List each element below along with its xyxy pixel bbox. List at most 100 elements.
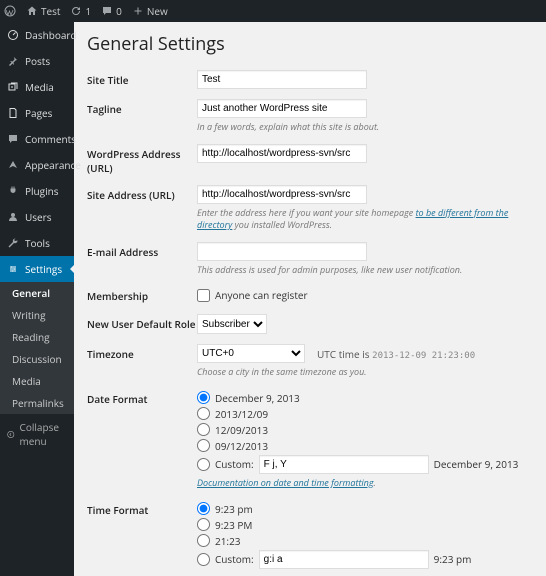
- sidebar-item-settings[interactable]: Settings: [0, 256, 74, 282]
- date-opt-label: 12/09/2013: [215, 423, 268, 437]
- updates-count: 1: [85, 4, 91, 18]
- tools-icon: [7, 237, 19, 249]
- sidebar-item-label: Media: [25, 80, 54, 94]
- role-label: New User Default Role: [87, 314, 197, 331]
- time-custom-preview: 9:23 pm: [434, 552, 472, 566]
- sidebar-item-users[interactable]: Users: [0, 204, 74, 230]
- admin-bar: Test 1 0 New: [0, 0, 546, 22]
- timezone-desc: Choose a city in the same timezone as yo…: [197, 366, 533, 379]
- site-title-label: Site Title: [87, 70, 197, 87]
- comment-icon: [101, 5, 113, 17]
- submenu-permalinks[interactable]: Permalinks: [0, 392, 74, 414]
- admin-sidebar: Dashboard Posts Media Pages Comments App…: [0, 22, 74, 576]
- sidebar-item-label: Dashboard: [25, 28, 77, 42]
- site-url-desc: Enter the address here if you want your …: [197, 207, 533, 232]
- wp-url-label: WordPress Address (URL): [87, 144, 197, 175]
- updates-link[interactable]: 1: [70, 4, 91, 18]
- appearance-icon: [7, 159, 19, 171]
- sidebar-item-media[interactable]: Media: [0, 74, 74, 100]
- date-custom-preview: December 9, 2013: [434, 457, 519, 471]
- sidebar-item-label: Posts: [25, 54, 50, 68]
- date-format-radio-0[interactable]: [197, 391, 210, 404]
- time-opt-label: 21:23: [215, 534, 241, 548]
- submenu-discussion[interactable]: Discussion: [0, 348, 74, 370]
- role-select[interactable]: Subscriber: [197, 314, 267, 334]
- email-label: E-mail Address: [87, 242, 197, 259]
- membership-check-label: Anyone can register: [215, 288, 308, 302]
- time-custom-label: Custom:: [215, 552, 254, 566]
- sidebar-item-label: Appearance: [25, 158, 81, 172]
- sidebar-item-label: Tools: [25, 236, 50, 250]
- email-desc: This address is used for admin purposes,…: [197, 264, 533, 277]
- plugin-icon: [7, 185, 19, 197]
- time-format-radio-custom[interactable]: [197, 553, 210, 566]
- time-opt-label: 9:23 pm: [215, 502, 253, 516]
- timezone-label: Timezone: [87, 344, 197, 361]
- membership-label: Membership: [87, 286, 197, 303]
- utc-time: UTC time is 2013-12-09 21:23:00: [317, 347, 475, 361]
- date-format-radio-custom[interactable]: [197, 458, 210, 471]
- sidebar-item-plugins[interactable]: Plugins: [0, 178, 74, 204]
- email-input[interactable]: [197, 242, 367, 261]
- sidebar-item-label: Plugins: [25, 184, 59, 198]
- collapse-menu[interactable]: Collapse menu: [0, 414, 74, 454]
- sidebar-item-pages[interactable]: Pages: [0, 100, 74, 126]
- submenu-media[interactable]: Media: [0, 370, 74, 392]
- time-format-label: Time Format: [87, 500, 197, 517]
- main-content: General Settings Site Title Tagline In a…: [74, 22, 546, 576]
- date-custom-label: Custom:: [215, 457, 254, 471]
- site-name: Test: [41, 4, 60, 18]
- plus-icon: [132, 5, 144, 17]
- users-icon: [7, 211, 19, 223]
- date-doc-link[interactable]: Documentation on date and time formattin…: [197, 476, 374, 489]
- time-format-radio-0[interactable]: [197, 502, 210, 515]
- collapse-label: Collapse menu: [20, 420, 67, 448]
- wp-url-input[interactable]: [197, 144, 367, 163]
- site-name-link[interactable]: Test: [26, 4, 60, 18]
- time-format-radio-2[interactable]: [197, 534, 210, 547]
- comments-count: 0: [116, 4, 122, 18]
- comments-link[interactable]: 0: [101, 4, 122, 18]
- pin-icon: [7, 55, 19, 67]
- membership-checkbox[interactable]: [197, 289, 210, 302]
- new-label: New: [147, 4, 168, 18]
- settings-submenu: General Writing Reading Discussion Media…: [0, 282, 74, 414]
- date-opt-label: 2013/12/09: [215, 407, 268, 421]
- settings-icon: [7, 263, 19, 275]
- time-opt-label: 9:23 PM: [215, 518, 252, 532]
- date-custom-input[interactable]: [259, 455, 429, 474]
- page-title: General Settings: [87, 32, 533, 56]
- site-url-input[interactable]: [197, 185, 367, 204]
- media-icon: [7, 81, 19, 93]
- wp-logo[interactable]: [4, 5, 16, 17]
- submenu-reading[interactable]: Reading: [0, 326, 74, 348]
- date-format-radio-2[interactable]: [197, 423, 210, 436]
- date-format-radio-3[interactable]: [197, 439, 210, 452]
- tagline-label: Tagline: [87, 99, 197, 116]
- submenu-writing[interactable]: Writing: [0, 304, 74, 326]
- new-content-link[interactable]: New: [132, 4, 168, 18]
- sidebar-item-appearance[interactable]: Appearance: [0, 152, 74, 178]
- time-format-radio-1[interactable]: [197, 518, 210, 531]
- site-title-input[interactable]: [197, 70, 367, 89]
- sidebar-item-label: Settings: [25, 262, 62, 276]
- sidebar-item-label: Users: [25, 210, 52, 224]
- timezone-select[interactable]: UTC+0: [197, 344, 305, 363]
- date-opt-label: 09/12/2013: [215, 439, 268, 453]
- sidebar-item-posts[interactable]: Posts: [0, 48, 74, 74]
- comments-icon: [7, 133, 19, 145]
- sidebar-item-label: Comments: [25, 132, 76, 146]
- site-url-label: Site Address (URL): [87, 185, 197, 202]
- sidebar-item-comments[interactable]: Comments: [0, 126, 74, 152]
- tagline-input[interactable]: [197, 99, 367, 118]
- date-format-label: Date Format: [87, 389, 197, 406]
- sidebar-item-label: Pages: [25, 106, 52, 120]
- sidebar-item-dashboard[interactable]: Dashboard: [0, 22, 74, 48]
- dashboard-icon: [7, 29, 19, 41]
- wordpress-icon: [4, 5, 16, 17]
- submenu-general[interactable]: General: [0, 282, 74, 304]
- sidebar-item-tools[interactable]: Tools: [0, 230, 74, 256]
- time-custom-input[interactable]: [259, 550, 429, 569]
- page-icon: [7, 107, 19, 119]
- date-format-radio-1[interactable]: [197, 407, 210, 420]
